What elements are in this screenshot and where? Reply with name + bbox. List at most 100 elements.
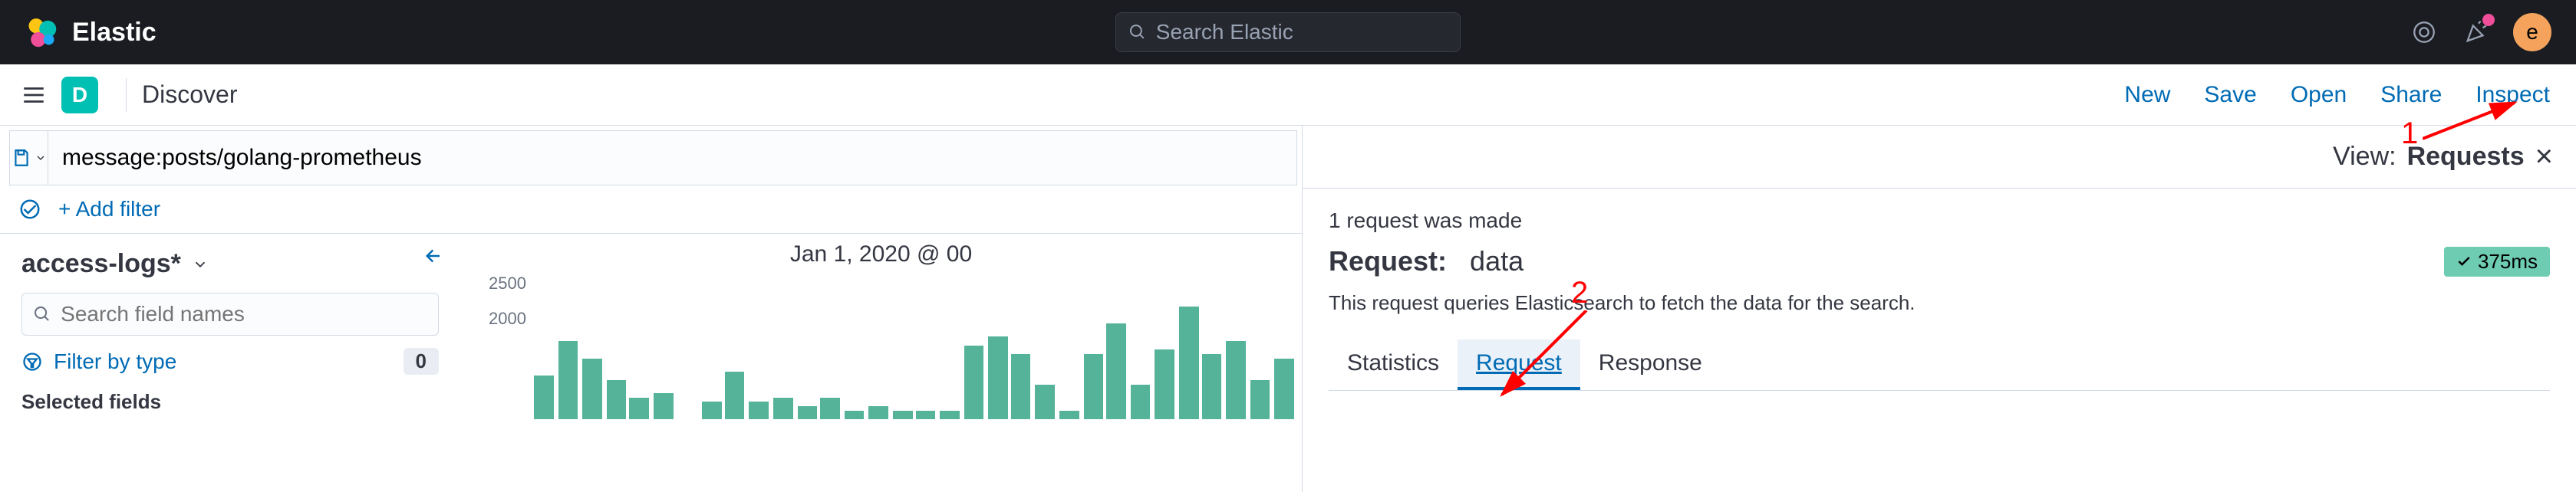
field-sidebar: access-logs* Filter by type 0 Selected f…: [0, 234, 460, 492]
bar[interactable]: [1106, 323, 1126, 419]
bar[interactable]: [749, 402, 769, 419]
logo-area: Elastic: [25, 15, 156, 49]
bar[interactable]: [702, 402, 722, 419]
index-pattern-selector[interactable]: access-logs*: [21, 249, 439, 279]
chart-area: Jan 1, 2020 @ 00 2500 2000: [460, 234, 1302, 492]
request-time-value: 375ms: [2478, 250, 2538, 274]
bar[interactable]: [916, 411, 936, 419]
bar[interactable]: [1226, 341, 1246, 419]
filter-by-type-button[interactable]: Filter by type: [21, 349, 176, 374]
bar-cluster: [1011, 354, 1103, 419]
notification-dot: [2482, 14, 2495, 26]
y-tick: 2500: [489, 274, 526, 309]
newsfeed-icon[interactable]: [2409, 17, 2439, 48]
brand-name: Elastic: [72, 18, 156, 48]
bar-cluster: [1202, 341, 1294, 419]
request-description: This request queries Elasticsearch to fe…: [1329, 291, 2550, 315]
global-search-input[interactable]: [1156, 20, 1448, 44]
y-axis: 2500 2000: [468, 274, 534, 419]
tab-response[interactable]: Response: [1580, 339, 1721, 390]
add-filter-button[interactable]: + Add filter: [58, 197, 160, 221]
bar[interactable]: [1084, 354, 1104, 419]
open-button[interactable]: Open: [2291, 82, 2347, 108]
bar[interactable]: [845, 411, 865, 419]
bar[interactable]: [1274, 359, 1294, 419]
close-panel-button[interactable]: ×: [2535, 139, 2553, 174]
field-search-input[interactable]: [61, 302, 427, 326]
bar[interactable]: [773, 398, 793, 419]
bar[interactable]: [964, 346, 984, 419]
view-label: View:: [2333, 142, 2396, 172]
bar-cluster: [1106, 307, 1198, 419]
inspect-panel-header: View: Requests ×: [1303, 126, 2576, 188]
sub-header: D Discover New Save Open Share Inspect: [0, 64, 2576, 126]
view-selector[interactable]: Requests: [2407, 142, 2525, 172]
bar[interactable]: [654, 393, 674, 419]
chart-plot: [534, 274, 1294, 419]
cheer-icon[interactable]: [2461, 17, 2492, 48]
inspect-panel: View: Requests × 1 request was made Requ…: [1303, 126, 2576, 492]
inspect-button[interactable]: Inspect: [2476, 82, 2550, 108]
bar[interactable]: [1155, 349, 1174, 419]
bar-cluster: [629, 393, 721, 419]
bar[interactable]: [725, 372, 745, 419]
bar-cluster: [534, 341, 626, 419]
bar[interactable]: [1202, 354, 1222, 419]
chevron-down-icon: [192, 256, 209, 273]
query-options-button[interactable]: [10, 131, 48, 185]
check-icon: [2456, 254, 2472, 269]
filter-by-type-label: Filter by type: [54, 349, 176, 374]
collapse-sidebar-button[interactable]: [420, 244, 443, 267]
bar[interactable]: [534, 376, 554, 419]
query-bar: [9, 130, 1297, 185]
request-name[interactable]: data: [1470, 245, 1524, 277]
app-name: Discover: [142, 80, 237, 109]
request-tabs: Statistics Request Response: [1329, 339, 2550, 391]
share-button[interactable]: Share: [2380, 82, 2442, 108]
bar[interactable]: [988, 336, 1008, 419]
bar[interactable]: [558, 341, 578, 419]
request-summary: 1 request was made Request: data 375ms T…: [1303, 189, 2576, 320]
bar[interactable]: [1179, 307, 1199, 419]
field-search[interactable]: [21, 293, 439, 336]
tab-statistics[interactable]: Statistics: [1329, 339, 1458, 390]
discover-body: access-logs* Filter by type 0 Selected f…: [0, 233, 1302, 492]
index-pattern-name: access-logs*: [21, 249, 181, 279]
bar[interactable]: [820, 398, 840, 419]
type-count-badge: 0: [404, 348, 439, 375]
bar[interactable]: [798, 406, 818, 419]
bar[interactable]: [582, 359, 602, 419]
global-search[interactable]: [1115, 12, 1461, 52]
bar[interactable]: [607, 380, 627, 419]
bar-cluster: [725, 372, 817, 419]
bar[interactable]: [1059, 411, 1079, 419]
space-selector[interactable]: D: [61, 77, 98, 113]
query-input[interactable]: [48, 145, 1296, 171]
save-query-icon: [12, 148, 31, 168]
bar-cluster: [916, 336, 1008, 419]
elastic-logo-icon: [25, 15, 58, 49]
bar[interactable]: [893, 411, 913, 419]
search-icon: [33, 304, 51, 324]
filter-toggle-icon[interactable]: [18, 198, 41, 221]
bar[interactable]: [629, 398, 649, 419]
sub-header-actions: New Save Open Share Inspect: [2124, 82, 2567, 108]
chevron-down-icon: [35, 152, 47, 164]
filter-icon: [21, 351, 43, 372]
bar[interactable]: [1035, 385, 1055, 419]
new-button[interactable]: New: [2124, 82, 2170, 108]
bar[interactable]: [1250, 380, 1270, 419]
bar[interactable]: [868, 406, 888, 419]
save-button[interactable]: Save: [2204, 82, 2256, 108]
divider: [126, 78, 127, 112]
header-right: e: [2409, 13, 2551, 51]
search-icon: [1128, 22, 1147, 42]
selected-fields-heading: Selected fields: [21, 390, 439, 414]
avatar[interactable]: e: [2513, 13, 2551, 51]
bar[interactable]: [940, 411, 960, 419]
tab-request[interactable]: Request: [1458, 339, 1580, 390]
histogram-chart[interactable]: 2500 2000: [460, 274, 1302, 419]
nav-toggle-button[interactable]: [9, 71, 58, 120]
bar[interactable]: [1011, 354, 1031, 419]
bar[interactable]: [1131, 385, 1151, 419]
